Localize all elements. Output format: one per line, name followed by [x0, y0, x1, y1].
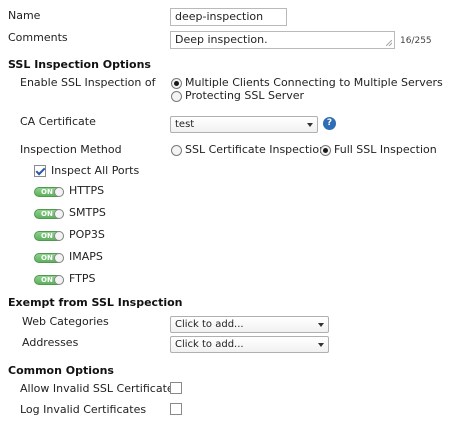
addresses-select[interactable]: Click to add... — [170, 336, 329, 353]
radio-protecting-ssl-server-label[interactable]: Protecting SSL Server — [185, 89, 304, 102]
addresses-value: Click to add... — [175, 339, 244, 350]
radio-multiple-clients-label[interactable]: Multiple Clients Connecting to Multiple … — [185, 76, 443, 89]
radio-full-ssl-inspection[interactable] — [320, 145, 331, 156]
protocol-label-pop3s: POP3S — [69, 228, 105, 241]
protocol-label-https: HTTPS — [69, 184, 105, 197]
toggle-on-text: ON — [41, 210, 53, 218]
inspection-method-label: Inspection Method — [20, 143, 122, 156]
ca-certificate-select[interactable]: test — [170, 116, 318, 133]
toggle-pop3s[interactable]: ON — [34, 231, 64, 241]
addresses-label: Addresses — [22, 336, 79, 349]
radio-ssl-certificate-inspection[interactable] — [171, 145, 182, 156]
allow-invalid-ssl-checkbox[interactable] — [170, 382, 182, 394]
toggle-knob — [54, 187, 64, 197]
log-invalid-certificates-checkbox[interactable] — [170, 403, 182, 415]
toggle-ftps[interactable]: ON — [34, 275, 64, 285]
protocol-label-imaps: IMAPS — [69, 250, 103, 263]
log-invalid-certificates-label: Log Invalid Certificates — [20, 403, 147, 416]
name-input[interactable]: deep-inspection — [170, 8, 287, 26]
web-categories-label: Web Categories — [22, 315, 109, 328]
protocol-label-smtps: SMTPS — [69, 206, 106, 219]
web-categories-value: Click to add... — [175, 319, 244, 330]
radio-full-ssl-inspection-label[interactable]: Full SSL Inspection — [334, 143, 437, 156]
toggle-imaps[interactable]: ON — [34, 253, 64, 263]
toggle-on-text: ON — [41, 276, 53, 284]
radio-multiple-clients[interactable] — [171, 78, 182, 89]
ca-certificate-label: CA Certificate — [20, 115, 96, 128]
protocol-label-ftps: FTPS — [69, 272, 96, 285]
toggle-on-text: ON — [41, 254, 53, 262]
section-title-common-options: Common Options — [8, 364, 114, 377]
chevron-down-icon — [318, 343, 324, 347]
toggle-knob — [54, 209, 64, 219]
toggle-knob — [54, 231, 64, 241]
comments-value: Deep inspection. — [175, 33, 268, 46]
section-title-ssl-inspection-options: SSL Inspection Options — [8, 58, 151, 71]
toggle-on-text: ON — [41, 188, 53, 196]
toggle-knob — [54, 275, 64, 285]
toggle-knob — [54, 253, 64, 263]
comments-char-counter: 16/255 — [400, 36, 432, 46]
radio-protecting-ssl-server[interactable] — [171, 91, 182, 102]
resize-grip-icon[interactable] — [386, 40, 392, 46]
chevron-down-icon — [318, 323, 324, 327]
toggle-smtps[interactable]: ON — [34, 209, 64, 219]
comments-label: Comments — [8, 31, 68, 44]
radio-ssl-certificate-inspection-label[interactable]: SSL Certificate Inspection — [185, 143, 326, 156]
comments-textarea[interactable]: Deep inspection. — [170, 31, 395, 49]
toggle-https[interactable]: ON — [34, 187, 64, 197]
question-mark-icon[interactable]: ? — [323, 117, 336, 130]
allow-invalid-ssl-label: Allow Invalid SSL Certificates — [20, 382, 180, 395]
name-label: Name — [8, 9, 41, 22]
enable-ssl-inspection-label: Enable SSL Inspection of — [20, 76, 156, 89]
web-categories-select[interactable]: Click to add... — [170, 316, 329, 333]
section-title-exempt: Exempt from SSL Inspection — [8, 296, 183, 309]
toggle-on-text: ON — [41, 232, 53, 240]
chevron-down-icon — [307, 123, 313, 127]
ca-certificate-value: test — [175, 119, 195, 130]
inspect-all-ports-label[interactable]: Inspect All Ports — [51, 164, 139, 177]
inspect-all-ports-checkbox[interactable] — [34, 165, 46, 177]
